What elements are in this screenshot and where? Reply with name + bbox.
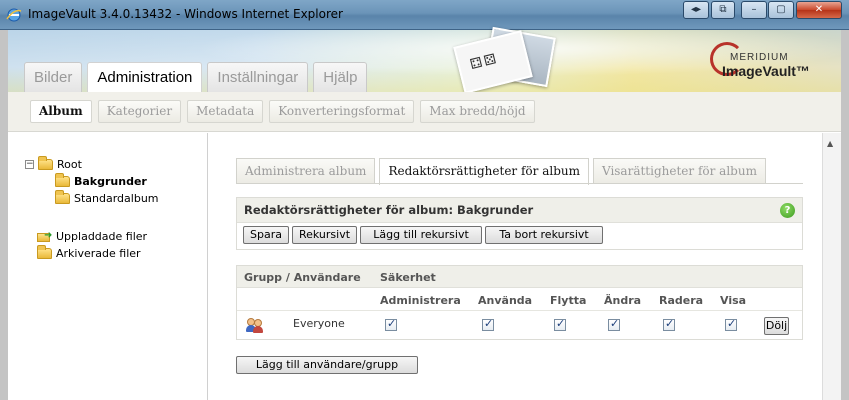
col-anvanda: Använda [478, 294, 533, 307]
subtab-max-bredd-hojd[interactable]: Max bredd/höjd [420, 100, 535, 123]
restore-down-icon[interactable]: ⧉ [711, 1, 735, 19]
checkbox-administrera[interactable] [385, 317, 397, 331]
user-group-icon [246, 317, 264, 333]
tab-bilder[interactable]: Bilder [24, 62, 83, 92]
col-radera: Radera [659, 294, 704, 307]
checkbox-flytta[interactable] [554, 317, 566, 331]
tree-node-root[interactable]: − Root [25, 156, 82, 171]
archive-folder-icon [37, 245, 52, 259]
logo-company: MERIDIUM [730, 52, 789, 63]
col-administrera: Administrera [380, 294, 461, 307]
permissions-table: Grupp / Användare Säkerhet Administrera … [236, 265, 803, 340]
tab-visarattigheter[interactable]: Visarättigheter för album [592, 158, 766, 184]
col-security: Säkerhet [380, 271, 436, 284]
checkbox-visa[interactable] [725, 317, 737, 331]
hide-button[interactable]: Dölj [764, 317, 789, 335]
col-andra: Ändra [604, 294, 642, 307]
permissions-subheader: Administrera Använda Flytta Ändra Radera… [237, 288, 802, 311]
add-recursive-button[interactable]: Lägg till rekursivt [360, 226, 483, 244]
help-icon[interactable]: ? [780, 203, 795, 218]
upload-folder-icon: ➜ [37, 230, 52, 243]
tab-administration[interactable]: Administration [87, 62, 203, 92]
sub-navigation: Album Kategorier Metadata Konverteringsf… [8, 92, 841, 132]
checkbox-radera[interactable] [663, 317, 675, 331]
tab-administrera-album[interactable]: Administrera album [236, 158, 376, 184]
tree-label-standardalbum[interactable]: Standardalbum [74, 192, 159, 205]
back-nav-button[interactable]: ◂▸ [683, 1, 709, 19]
rights-panel-title: Redaktörsrättigheter för album: Bakgrund… [244, 203, 534, 217]
col-group-user: Grupp / Användare [244, 271, 361, 284]
subtab-konverteringsformat[interactable]: Konverteringsformat [269, 100, 415, 123]
close-button[interactable]: ✕ [796, 1, 842, 19]
recursive-button[interactable]: Rekursivt [291, 226, 358, 244]
main-tabs: Bilder Administration Inställningar Hjäl… [24, 62, 368, 92]
folder-icon [55, 173, 70, 187]
folder-icon [55, 190, 70, 204]
scroll-up-icon[interactable]: ▲ [827, 139, 833, 148]
col-flytta: Flytta [550, 294, 587, 307]
vertical-scrollbar[interactable]: ▲ [822, 133, 841, 400]
window-title: ImageVault 3.4.0.13432 - Windows Interne… [28, 7, 343, 21]
rights-panel-heading: Redaktörsrättigheter för album: Bakgrund… [237, 198, 802, 223]
add-user-group-button[interactable]: Lägg till användare/grupp [236, 356, 418, 374]
tree-label-archived[interactable]: Arkiverade filer [56, 247, 141, 260]
maximize-button[interactable]: ▢ [768, 1, 794, 19]
internet-explorer-icon [6, 8, 22, 22]
tree-node-archived[interactable]: Arkiverade filer [37, 245, 141, 260]
meridium-logo: MERIDIUM ImageVault™ [710, 42, 840, 86]
logo-product: ImageVault™ [722, 63, 810, 79]
tree-node-uploaded[interactable]: ➜ Uppladdade filer [37, 230, 147, 243]
minimize-button[interactable]: – [741, 1, 767, 19]
window-titlebar: ImageVault 3.4.0.13432 - Windows Interne… [0, 0, 849, 30]
tree-node-bakgrunder[interactable]: Bakgrunder [55, 173, 147, 188]
album-tree-panel: − Root Bakgrunder Standardalbum ➜ Upplad… [8, 133, 208, 400]
header-photos-image: ⚃⚄ [448, 26, 558, 94]
row-name-everyone: Everyone [293, 317, 345, 330]
frame-left-border [0, 92, 8, 400]
folder-open-icon [38, 156, 53, 170]
permissions-header: Grupp / Användare Säkerhet [237, 266, 802, 288]
rights-panel: Redaktörsrättigheter för album: Bakgrund… [236, 197, 803, 250]
tab-installningar[interactable]: Inställningar [207, 62, 309, 92]
checkbox-andra[interactable] [608, 317, 620, 331]
save-button[interactable]: Spara [243, 226, 289, 244]
subtab-metadata[interactable]: Metadata [187, 100, 264, 123]
tree-node-standardalbum[interactable]: Standardalbum [55, 190, 159, 205]
checkbox-anvanda[interactable] [482, 317, 494, 331]
content-tabs: Administrera album Redaktörsrättigheter … [236, 158, 766, 185]
tab-hjalp[interactable]: Hjälp [313, 62, 368, 92]
subtab-album[interactable]: Album [30, 100, 92, 123]
tab-redaktorsrattigheter[interactable]: Redaktörsrättigheter för album [379, 158, 589, 185]
frame-right-border [841, 92, 849, 400]
remove-recursive-button[interactable]: Ta bort rekursivt [485, 226, 604, 244]
tree-label-root[interactable]: Root [57, 158, 82, 171]
tab-underline [236, 183, 803, 184]
collapse-icon[interactable]: − [25, 160, 34, 169]
subtab-kategorier[interactable]: Kategorier [97, 100, 182, 123]
col-visa: Visa [720, 294, 747, 307]
tree-label-bakgrunder[interactable]: Bakgrunder [74, 175, 147, 188]
tree-label-uploaded[interactable]: Uppladdade filer [56, 230, 147, 243]
rights-toolbar: Spara Rekursivt Lägg till rekursivt Ta b… [237, 223, 802, 253]
